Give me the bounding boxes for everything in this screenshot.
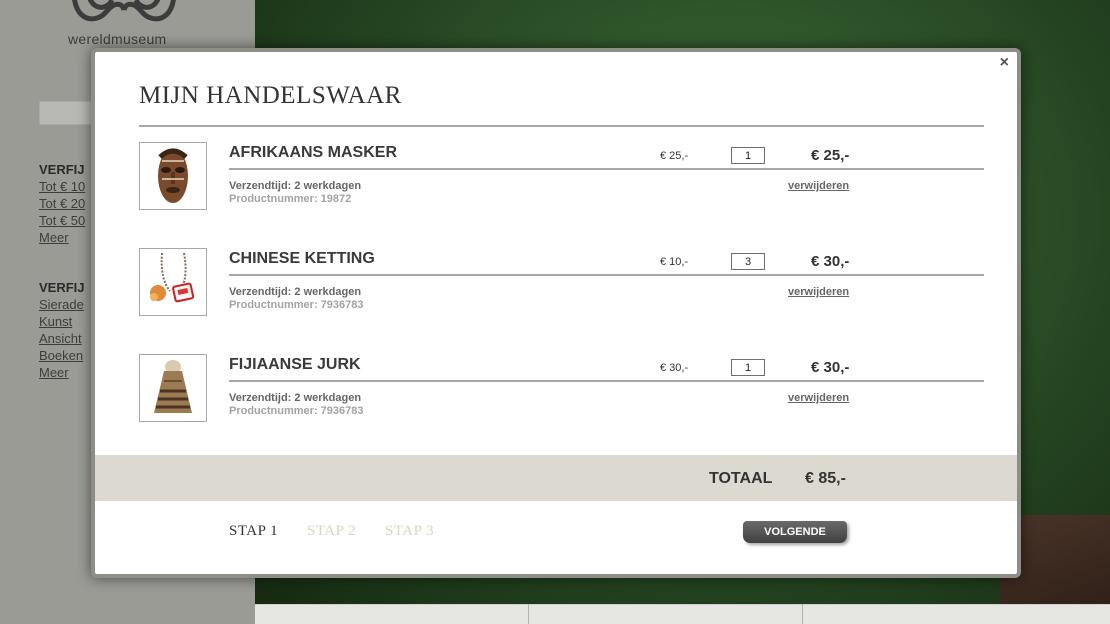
product-number: Productnummer: 19872: [229, 193, 352, 205]
item-divider: [229, 168, 984, 170]
category-link[interactable]: Kunst: [39, 314, 72, 329]
category-link[interactable]: Ansicht: [39, 331, 82, 346]
filter-link[interactable]: Tot € 20: [39, 196, 85, 211]
total-bar: TOTAAL € 85,-: [95, 455, 1017, 501]
filter-link[interactable]: Meer: [39, 230, 69, 245]
remove-link[interactable]: verwijderen: [788, 286, 849, 298]
museum-logo[interactable]: wereldmuseum: [62, 0, 187, 48]
cart-dialog: × MIJN HANDELSWAAR AFRIKAANS MASKER € 25…: [91, 48, 1021, 578]
footer-divider: [802, 604, 803, 624]
total-label: TOTAAL: [709, 470, 773, 487]
product-image[interactable]: [139, 142, 207, 210]
product-image[interactable]: [139, 354, 207, 422]
cart-item: CHINESE KETTING € 10,- € 30,- Verzendtij…: [139, 248, 984, 330]
footer-divider: [528, 604, 529, 624]
logo-emblem-icon: [72, 0, 176, 22]
line-total: € 25,-: [811, 147, 850, 164]
item-divider: [229, 274, 984, 276]
quantity-input[interactable]: [731, 359, 765, 376]
filter-link[interactable]: Tot € 10: [39, 179, 85, 194]
step-2: STAP 2: [307, 523, 357, 539]
necklace-image-icon: [150, 252, 195, 303]
category-link[interactable]: Sierade: [39, 297, 84, 312]
product-number: Productnummer: 7936783: [229, 405, 364, 417]
filter-link[interactable]: Tot € 50: [39, 213, 85, 228]
category-heading: VERFIJ: [39, 280, 85, 295]
product-number: Productnummer: 7936783: [229, 299, 364, 311]
unit-price: € 30,-: [660, 362, 689, 374]
product-image[interactable]: [139, 248, 207, 316]
line-total: € 30,-: [811, 253, 850, 270]
background-footer-bar: [255, 604, 1110, 624]
remove-link[interactable]: verwijderen: [788, 180, 849, 192]
quantity-input[interactable]: [731, 147, 765, 164]
page-title: MIJN HANDELSWAAR: [139, 82, 402, 109]
cart-item: AFRIKAANS MASKER € 25,- € 25,- Verzendti…: [139, 142, 984, 224]
logo-text: wereldmuseum: [68, 31, 167, 47]
next-button[interactable]: VOLGENDE: [743, 521, 847, 543]
cart-item: FIJIAANSE JURK € 30,- € 30,- Verzendtijd…: [139, 354, 984, 436]
unit-price: € 25,-: [660, 150, 689, 162]
dress-image-icon: [154, 360, 192, 413]
category-link[interactable]: Meer: [39, 365, 69, 380]
product-name[interactable]: FIJIAANSE JURK: [229, 356, 361, 374]
total-value: € 85,-: [805, 470, 846, 487]
item-divider: [229, 380, 984, 382]
line-total: € 30,-: [811, 359, 850, 376]
product-name[interactable]: AFRIKAANS MASKER: [229, 144, 397, 162]
shipping-time: Verzendtijd: 2 werkdagen: [229, 180, 362, 192]
close-icon[interactable]: ×: [1000, 54, 1009, 72]
filter-heading: VERFIJ: [39, 162, 85, 177]
unit-price: € 10,-: [660, 256, 689, 268]
mask-image-icon: [158, 148, 188, 203]
title-divider: [139, 125, 984, 127]
shipping-time: Verzendtijd: 2 werkdagen: [229, 392, 362, 404]
quantity-input[interactable]: [731, 253, 765, 270]
step-1: STAP 1: [229, 523, 279, 539]
product-name[interactable]: CHINESE KETTING: [229, 250, 375, 268]
category-link[interactable]: Boeken: [39, 348, 83, 363]
shipping-time: Verzendtijd: 2 werkdagen: [229, 286, 362, 298]
step-3: STAP 3: [385, 523, 435, 539]
remove-link[interactable]: verwijderen: [788, 392, 849, 404]
